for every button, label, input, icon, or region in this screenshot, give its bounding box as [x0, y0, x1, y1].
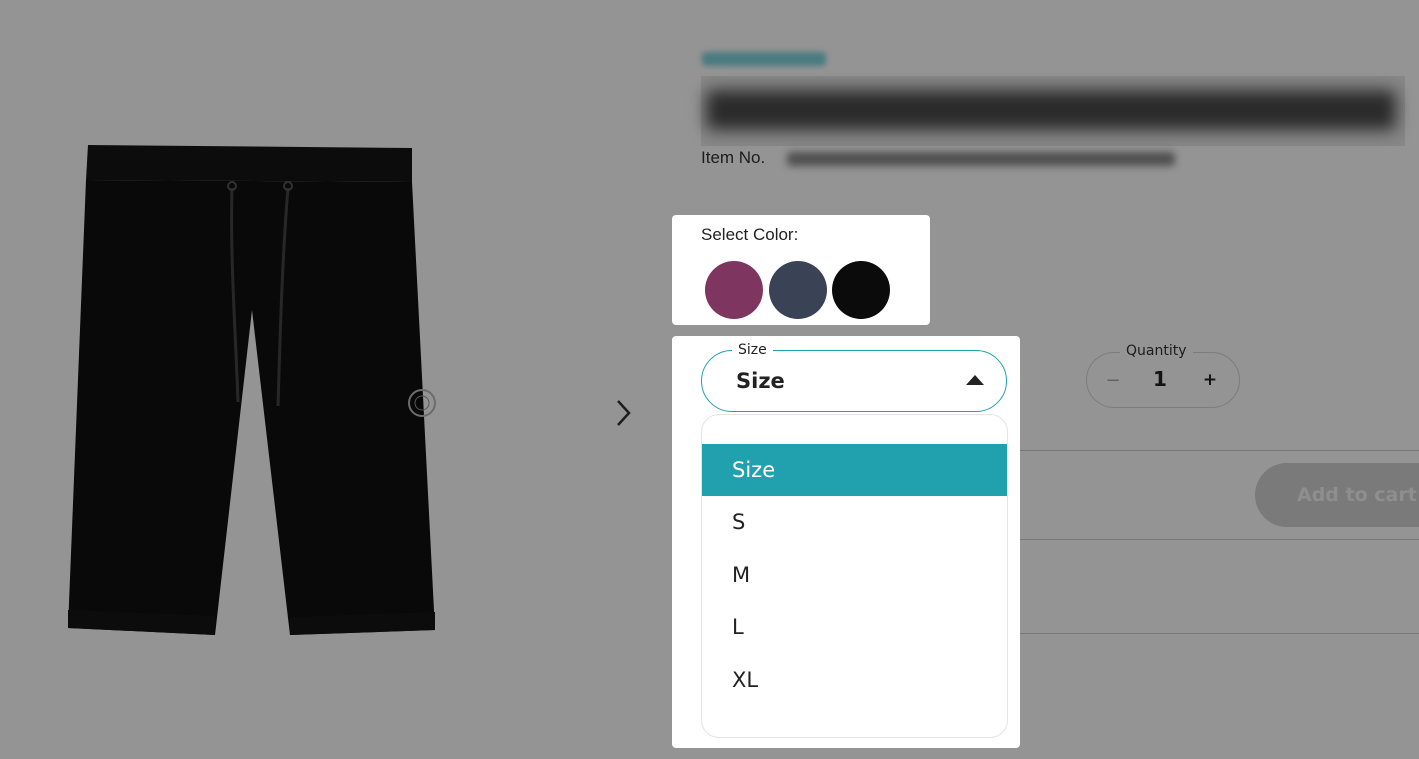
caret-up-icon: [966, 375, 984, 385]
color-label: Select Color:: [701, 225, 799, 244]
size-selected-value: Size: [736, 369, 785, 393]
color-swatch-black[interactable]: [832, 261, 890, 319]
size-select[interactable]: Size Size: [701, 342, 1007, 412]
color-selector-panel: Select Color:: [672, 215, 930, 325]
color-swatch-navy[interactable]: [769, 261, 827, 319]
size-dropdown-list: Size S M L XL: [701, 414, 1008, 738]
size-selector-panel: Size Size Size S M L XL: [672, 336, 1020, 748]
size-option-default[interactable]: Size: [702, 444, 1007, 496]
size-option-s[interactable]: S: [702, 496, 1007, 548]
size-option-xl[interactable]: XL: [702, 654, 1007, 706]
size-legend: Size: [732, 342, 773, 358]
size-option-m[interactable]: M: [702, 549, 1007, 601]
size-option-l[interactable]: L: [702, 601, 1007, 653]
color-swatch-purple[interactable]: [705, 261, 763, 319]
